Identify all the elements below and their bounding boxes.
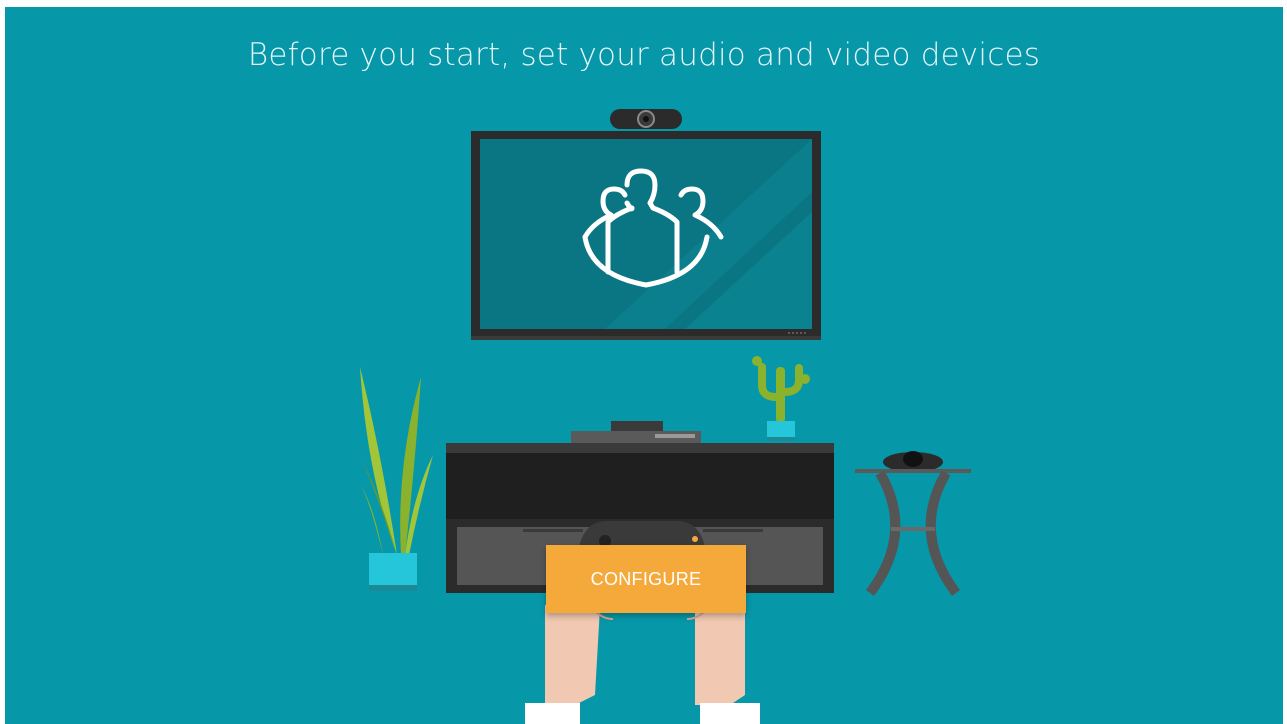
setup-illustration — [360, 109, 971, 724]
cactus-plant — [752, 356, 810, 441]
hands — [525, 605, 760, 724]
side-table-speaker — [855, 451, 971, 596]
tv-display — [471, 131, 821, 340]
webcam-icon — [610, 109, 682, 129]
setup-screen: Before you start, set your audio and vid… — [5, 7, 1283, 724]
set-top-box — [571, 421, 701, 443]
configure-button[interactable]: CONFIGURE — [546, 545, 746, 613]
tall-plant — [360, 367, 433, 591]
